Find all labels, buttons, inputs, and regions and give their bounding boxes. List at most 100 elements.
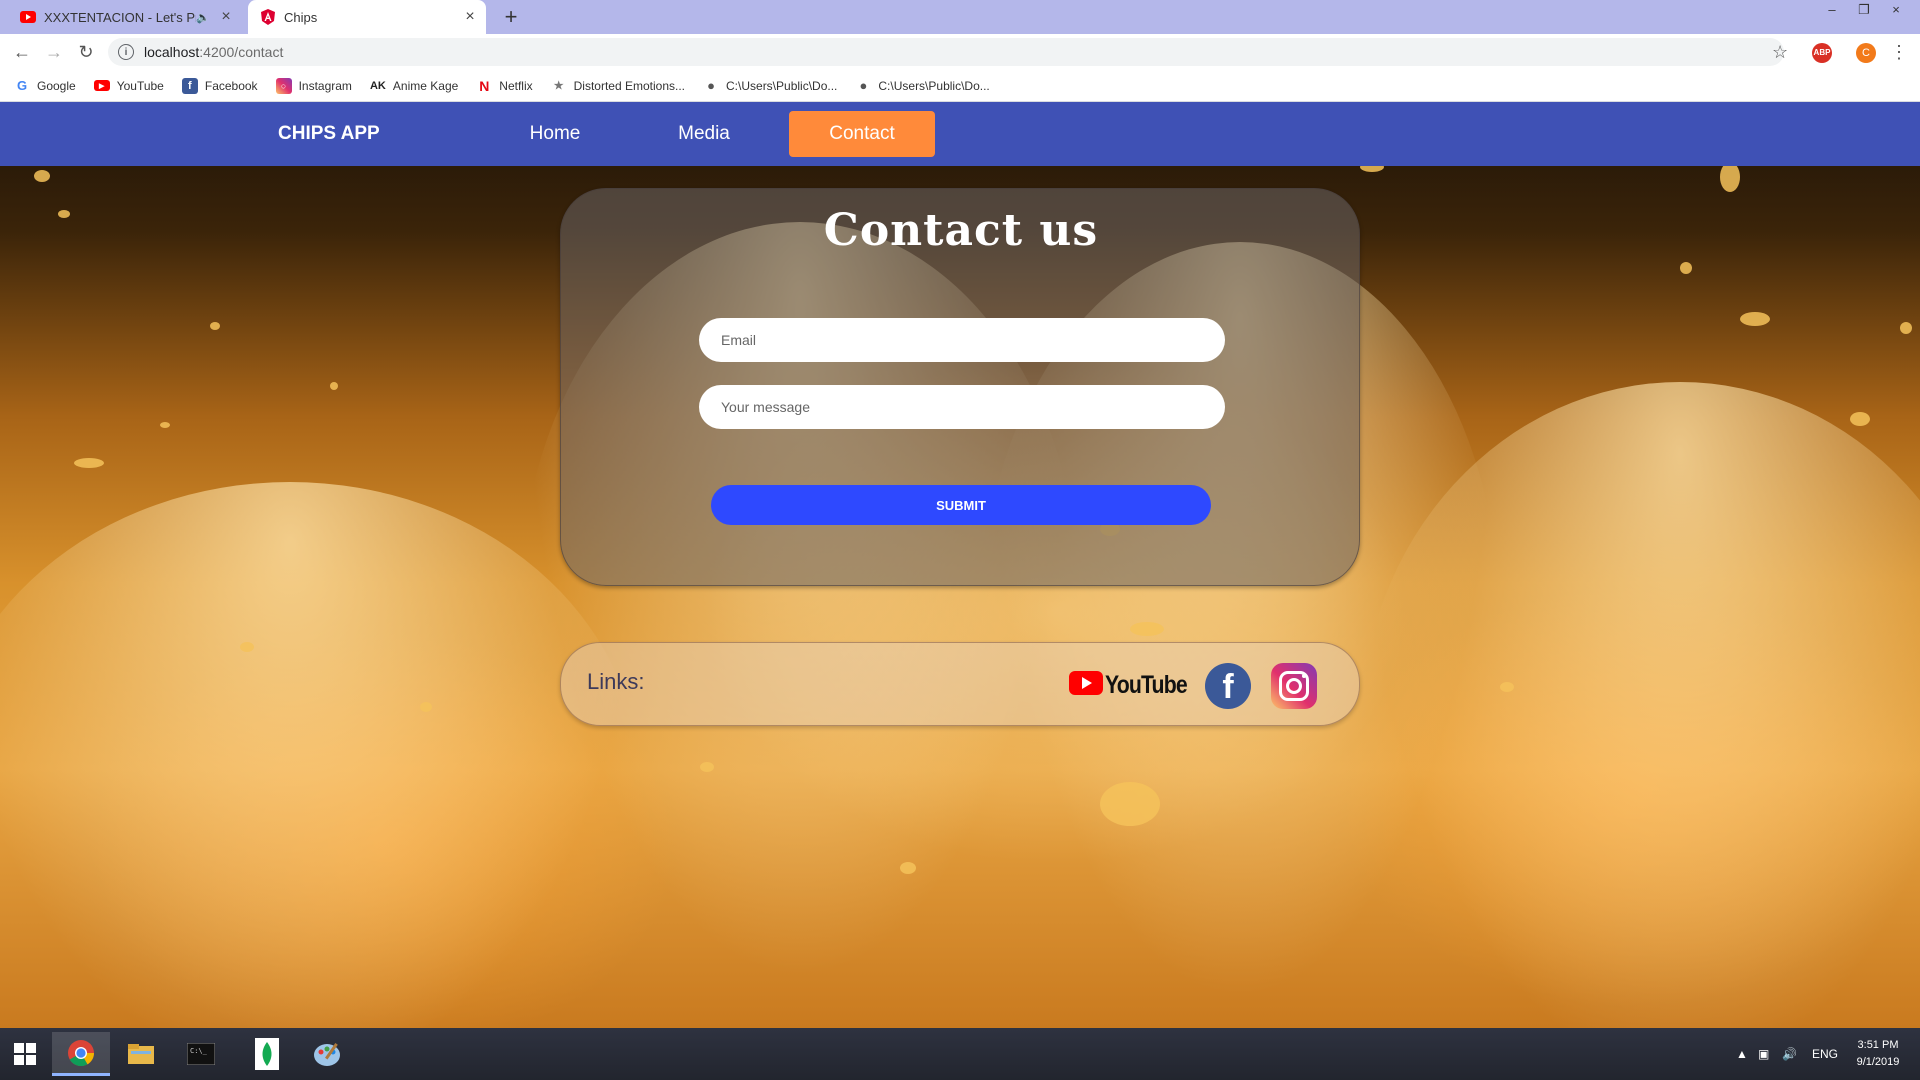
anime-kage-icon: AK	[369, 79, 386, 92]
minimize-icon[interactable]: –	[1816, 0, 1848, 20]
windows-start-icon[interactable]	[0, 1032, 50, 1076]
tab-youtube[interactable]: XXXTENTACION - Let's Prete 🔈 ×	[10, 0, 242, 34]
netflix-icon: N	[479, 77, 490, 94]
bookmark-label: Google	[37, 78, 76, 93]
url-host: localhost	[144, 44, 200, 60]
profile-avatar[interactable]: C	[1856, 43, 1876, 63]
youtube-icon: ▶	[93, 80, 110, 91]
tray-chevron-icon[interactable]: ▲	[1736, 1028, 1748, 1080]
speaker-muted-icon[interactable]: 🔈	[196, 11, 210, 24]
bookmark-google[interactable]: G Google	[14, 78, 76, 94]
bookmark-label: Netflix	[499, 78, 533, 93]
info-icon[interactable]: i	[118, 44, 134, 60]
system-clock[interactable]: 3:51 PM 9/1/2019	[1842, 1037, 1914, 1071]
close-tab-icon[interactable]: ×	[216, 8, 236, 26]
clock-date: 9/1/2019	[1856, 1056, 1900, 1068]
background-crumb	[1680, 262, 1692, 274]
tab-title: Chips	[284, 9, 318, 25]
youtube-icon	[20, 9, 36, 25]
browser-tab-strip: XXXTENTACION - Let's Prete 🔈 × Chips × +…	[0, 0, 1920, 34]
bookmark-label: Distorted Emotions...	[573, 78, 686, 93]
background-crumb	[210, 322, 220, 330]
language-indicator[interactable]: ENG	[1812, 1028, 1838, 1080]
file-explorer-icon[interactable]	[112, 1032, 170, 1076]
instagram-icon[interactable]	[1271, 663, 1317, 709]
google-icon: G	[16, 78, 28, 93]
url-path: :4200/contact	[199, 44, 284, 60]
bookmark-star-icon[interactable]: ☆	[1772, 43, 1788, 61]
bookmark-netflix[interactable]: N Netflix	[476, 78, 532, 94]
reload-icon[interactable]: ↻	[74, 40, 98, 64]
clock-time: 3:51 PM	[1857, 1039, 1899, 1051]
instagram-lens	[1286, 678, 1302, 694]
browser-toolbar: ← → ↻ i localhost:4200/contact ☆ ABP C ⋮	[0, 34, 1920, 70]
distorted-emotions-icon: ★	[553, 80, 564, 92]
background-crumb	[74, 458, 104, 468]
youtube-wordmark: YouTube	[1105, 670, 1188, 699]
background-crumb	[900, 862, 916, 874]
youtube-link[interactable]: YouTube	[1069, 665, 1201, 705]
file-icon: ●	[859, 78, 868, 93]
svg-text:C:\_: C:\_	[190, 1047, 208, 1055]
background-crumb	[330, 382, 338, 390]
contact-card: Contact us SUBMIT	[560, 188, 1360, 586]
back-arrow-icon[interactable]: ←	[10, 40, 34, 64]
background-crumb	[1740, 312, 1770, 326]
bookmark-facebook[interactable]: f Facebook	[181, 77, 258, 94]
forward-arrow-icon[interactable]: →	[42, 40, 66, 64]
message-field[interactable]	[699, 385, 1225, 429]
tab-title: XXXTENTACION - Let's Prete	[44, 9, 196, 25]
links-bar: Links: YouTube f	[560, 642, 1360, 726]
background-crumb	[58, 210, 70, 218]
background-crumb	[240, 642, 254, 652]
bookmark-anime-kage[interactable]: AK Anime Kage	[370, 78, 458, 94]
restore-icon[interactable]: ❐	[1848, 0, 1880, 20]
facebook-icon: f	[181, 77, 198, 94]
background-crumb	[1900, 322, 1912, 334]
brand-logo[interactable]: CHIPS APP	[278, 102, 380, 166]
background-crumb	[1850, 412, 1870, 426]
file-icon: ●	[707, 78, 715, 93]
window-close-icon[interactable]: ×	[1880, 0, 1912, 20]
windows-taskbar: C:\_ ▲ ▣ 🔊 ENG 3:51 PM 9/1/2019	[0, 1028, 1920, 1080]
bookmark-label: Instagram	[298, 78, 352, 93]
facebook-icon[interactable]: f	[1205, 663, 1251, 709]
bookmark-file-2[interactable]: ● C:\Users\Public\Do...	[855, 78, 989, 94]
tab-chips[interactable]: Chips ×	[248, 0, 486, 34]
volume-icon[interactable]: 🔊	[1782, 1028, 1797, 1080]
bookmark-distorted-emotions[interactable]: ★ Distorted Emotions...	[551, 78, 685, 94]
command-prompt-icon[interactable]: C:\_	[172, 1032, 230, 1076]
nav-media[interactable]: Media	[664, 111, 744, 157]
instagram-dot	[1302, 674, 1306, 678]
nav-home[interactable]: Home	[512, 111, 598, 157]
bookmark-label: C:\Users\Public\Do...	[878, 78, 990, 93]
mongodb-icon[interactable]	[238, 1032, 296, 1076]
bookmark-label: C:\Users\Public\Do...	[726, 78, 838, 93]
new-tab-button[interactable]: +	[498, 4, 524, 30]
background-crumb	[160, 422, 170, 428]
app-navbar: CHIPS APP Home Media Contact	[0, 102, 1920, 166]
browser-menu-icon[interactable]: ⋮	[1890, 40, 1908, 64]
submit-button[interactable]: SUBMIT	[711, 485, 1211, 525]
extension-icon[interactable]: ABP	[1812, 43, 1832, 63]
angular-icon	[260, 9, 276, 25]
bookmark-instagram[interactable]: ○ Instagram	[275, 77, 352, 94]
address-bar[interactable]: i localhost:4200/contact	[108, 38, 1784, 66]
bookmark-label: Anime Kage	[392, 78, 459, 93]
bookmarks-bar: G Google ▶ YouTube f Facebook ○ Instagra…	[0, 70, 1920, 102]
background-crumb	[1130, 622, 1164, 636]
background-crumb	[420, 702, 432, 712]
nav-contact[interactable]: Contact	[789, 111, 935, 157]
close-tab-icon[interactable]: ×	[460, 8, 480, 26]
youtube-icon	[1069, 670, 1103, 700]
instagram-icon: ○	[275, 77, 292, 94]
chrome-icon[interactable]	[52, 1032, 110, 1076]
background-crumb	[34, 170, 50, 182]
bookmark-youtube[interactable]: ▶ YouTube	[93, 78, 164, 93]
network-icon[interactable]: ▣	[1758, 1028, 1769, 1080]
email-field[interactable]	[699, 318, 1225, 362]
bookmark-file-1[interactable]: ● C:\Users\Public\Do...	[703, 78, 837, 94]
background-crumb	[1500, 682, 1514, 692]
bookmark-label: YouTube	[116, 78, 164, 93]
paint-icon[interactable]	[298, 1032, 356, 1076]
